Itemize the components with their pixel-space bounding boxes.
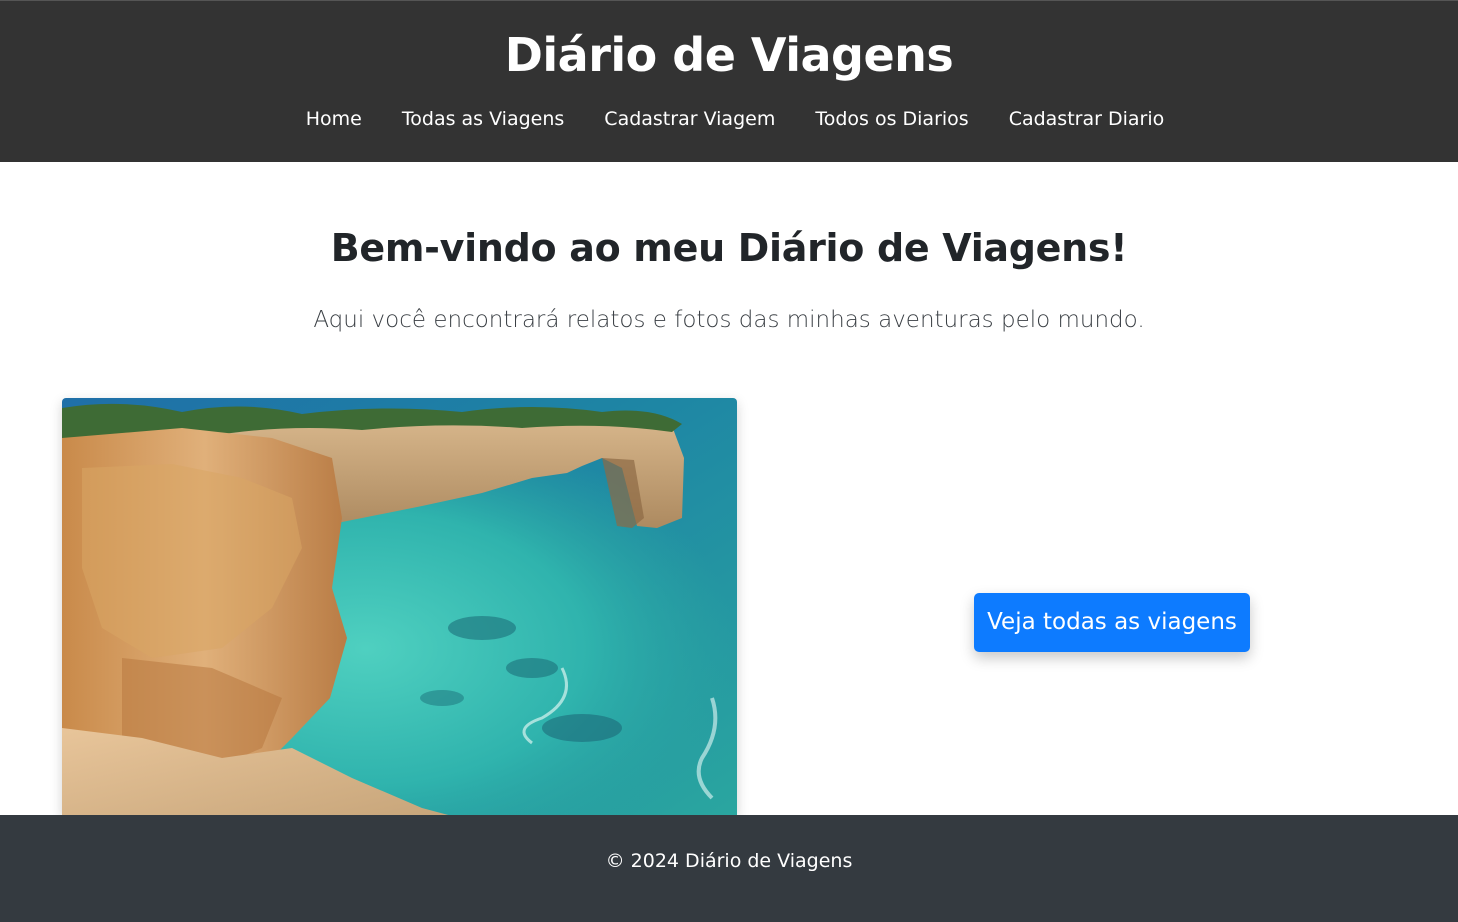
nav-link-all-trips[interactable]: Todas as Viagens [402,101,564,137]
welcome-subtitle: Aqui você encontrará relatos e fotos das… [313,307,1145,333]
nav-link-register-diary[interactable]: Cadastrar Diario [1009,101,1165,137]
nav-link-register-trip[interactable]: Cadastrar Viagem [604,101,775,137]
nav-link-all-diaries[interactable]: Todos os Diarios [815,101,968,137]
main-nav: Home Todas as Viagens Cadastrar Viagem T… [0,101,1458,137]
site-title: Diário de Viagens [504,28,954,82]
hero-image [62,398,737,816]
nav-link-home[interactable]: Home [306,101,362,137]
site-header: Diário de Viagens Home Todas as Viagens … [0,0,1458,162]
coastal-cliff-photo [62,398,737,816]
welcome-title: Bem-vindo ao meu Diário de Viagens! [330,226,1128,270]
view-all-trips-button[interactable]: Veja todas as viagens [974,593,1250,652]
footer-copyright: © 2024 Diário de Viagens [605,850,853,872]
site-footer: © 2024 Diário de Viagens [0,815,1458,922]
